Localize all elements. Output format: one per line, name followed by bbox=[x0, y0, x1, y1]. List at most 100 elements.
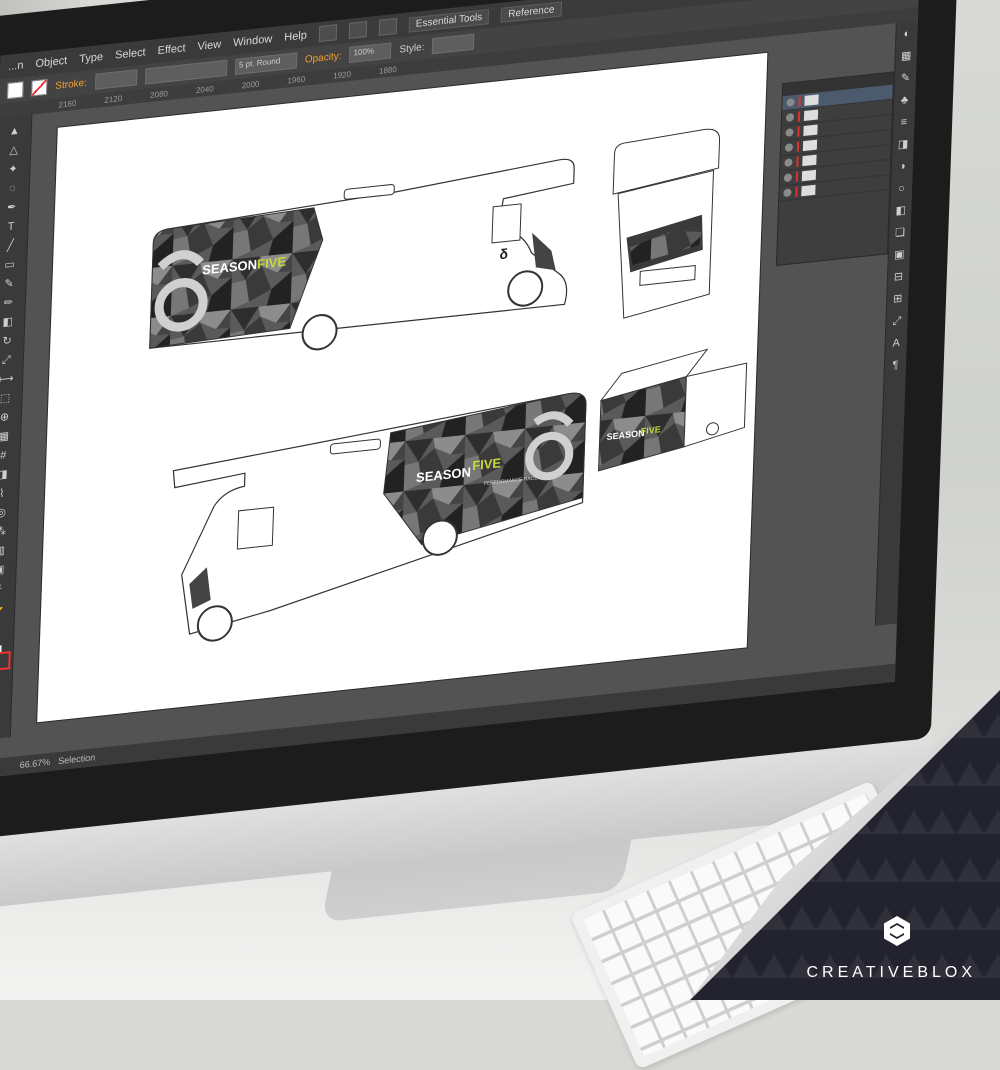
eye-icon[interactable] bbox=[783, 188, 792, 198]
five-word: FIVE bbox=[257, 254, 287, 272]
selection-icon[interactable]: ▲ bbox=[5, 123, 23, 139]
bridge-button[interactable] bbox=[318, 24, 338, 43]
type-icon[interactable]: T bbox=[2, 219, 20, 235]
eye-icon[interactable] bbox=[785, 113, 795, 122]
ruler-tick: 2080 bbox=[150, 88, 169, 100]
menu-file[interactable]: ...n bbox=[8, 59, 24, 73]
free-transform-icon[interactable]: ⬚ bbox=[0, 390, 14, 406]
shape-builder-icon[interactable]: ⊕ bbox=[0, 410, 14, 426]
width-icon[interactable]: ⟷ bbox=[0, 371, 15, 387]
paintbrush-icon[interactable]: ✎ bbox=[0, 276, 18, 292]
stroke-panel-icon[interactable]: ≡ bbox=[898, 116, 910, 129]
eye-icon[interactable] bbox=[784, 158, 793, 168]
layer-thumbnail bbox=[803, 109, 819, 121]
rv-side-view-2: SEASON FIVE PERFORMANCE RACE bbox=[172, 392, 587, 642]
appearance-panel-icon[interactable]: ○ bbox=[895, 182, 907, 195]
rotate-icon[interactable]: ↻ bbox=[0, 333, 16, 349]
color-panel-icon[interactable]: ◐ bbox=[901, 27, 913, 41]
gradient-panel-icon[interactable]: ◨ bbox=[897, 138, 909, 151]
ruler-tick: 1880 bbox=[378, 64, 397, 76]
ruler-tick: 2160 bbox=[58, 98, 77, 110]
eye-icon[interactable] bbox=[784, 143, 794, 153]
fill-stroke-chips[interactable] bbox=[0, 644, 11, 672]
scale-icon[interactable]: ⤢ bbox=[0, 352, 16, 368]
lasso-icon[interactable]: ◌ bbox=[3, 181, 21, 197]
zoom-icon[interactable]: ⌕ bbox=[0, 619, 6, 635]
layer-color-mark bbox=[796, 141, 800, 152]
fill-swatch[interactable] bbox=[7, 81, 24, 100]
character-panel-icon[interactable]: A bbox=[890, 337, 902, 350]
swatches-panel-icon[interactable]: ▦ bbox=[900, 49, 912, 63]
hand-icon[interactable]: ✋ bbox=[0, 600, 7, 616]
layer-thumbnail bbox=[802, 139, 818, 152]
search-field[interactable]: Reference bbox=[500, 0, 562, 23]
screen: ...n Object Type Select Effect View Wind… bbox=[0, 0, 921, 779]
rv-wrap-artwork: SEASON FIVE δ SEASON FIVE SEASON FIVE PE… bbox=[149, 128, 748, 642]
menu-object[interactable]: Object bbox=[35, 55, 67, 70]
menu-type[interactable]: Type bbox=[79, 51, 103, 66]
stock-button[interactable] bbox=[348, 21, 368, 39]
rv-side-view-1: SEASON FIVE δ bbox=[149, 158, 575, 351]
stroke-swatch[interactable] bbox=[31, 78, 48, 97]
menu-window[interactable]: Window bbox=[233, 33, 273, 49]
transform-panel-icon[interactable]: ⤢ bbox=[891, 315, 903, 328]
eye-icon[interactable] bbox=[786, 97, 795, 107]
pathfinder-panel-icon[interactable]: ⊞ bbox=[892, 293, 904, 306]
rear-five-word: FIVE bbox=[641, 424, 661, 436]
align-panel-icon[interactable]: ⊟ bbox=[892, 270, 904, 284]
stroke-chip[interactable] bbox=[0, 651, 11, 672]
tools-panel: ▲ △ ✦ ◌ ✒ T ╱ ▭ ✎ ✏ ◧ ↻ ⤢ ⟷ ⬚ ⊕ ▦ # ◨ ⌇ bbox=[0, 114, 33, 741]
eye-icon[interactable] bbox=[783, 173, 793, 183]
pencil-icon[interactable]: ✏ bbox=[0, 295, 18, 311]
magic-wand-icon[interactable]: ✦ bbox=[4, 162, 22, 178]
artboard-icon[interactable]: ▣ bbox=[0, 562, 8, 578]
layer-thumbnail bbox=[801, 184, 816, 197]
door-logo: δ bbox=[499, 245, 508, 262]
ruler-tick: 1960 bbox=[287, 74, 306, 85]
layer-thumbnail bbox=[804, 94, 819, 106]
brand-name: CREATIVEBLOX bbox=[806, 964, 976, 981]
mesh-icon[interactable]: # bbox=[0, 448, 12, 464]
stroke-label: Stroke: bbox=[55, 77, 88, 92]
zoom-level[interactable]: 66.67% bbox=[20, 757, 51, 770]
menu-select[interactable]: Select bbox=[115, 46, 146, 61]
artboards-panel-icon[interactable]: ▣ bbox=[893, 248, 905, 261]
paragraph-panel-icon[interactable]: ¶ bbox=[889, 359, 901, 372]
page-curl-corner: CREATIVEBLOX bbox=[690, 690, 1000, 1000]
pen-icon[interactable]: ✒ bbox=[2, 200, 20, 216]
slice-icon[interactable]: ⌿ bbox=[0, 581, 8, 597]
brush-definition[interactable]: 5 pt. Round bbox=[234, 52, 298, 76]
menu-help[interactable]: Help bbox=[284, 29, 307, 43]
transparency-panel-icon[interactable]: ◑ bbox=[896, 160, 908, 173]
eyedropper-icon[interactable]: ⌇ bbox=[0, 486, 11, 502]
stroke-weight-field[interactable] bbox=[94, 69, 138, 90]
ruler-tick: 2120 bbox=[104, 93, 123, 105]
eye-icon[interactable] bbox=[785, 128, 794, 137]
graphic-styles-panel-icon[interactable]: ◧ bbox=[895, 204, 907, 217]
rectangle-icon[interactable]: ▭ bbox=[1, 257, 19, 273]
brush-label: 5 pt. Round bbox=[238, 56, 281, 70]
blend-icon[interactable]: ◎ bbox=[0, 505, 10, 521]
layers-panel-icon[interactable]: ❏ bbox=[894, 226, 906, 239]
menu-view[interactable]: View bbox=[197, 38, 221, 53]
arrange-docs-button[interactable] bbox=[378, 17, 398, 36]
line-icon[interactable]: ╱ bbox=[1, 238, 19, 254]
rv-front-view bbox=[612, 128, 721, 319]
rv-rear-view: SEASON FIVE bbox=[598, 348, 748, 472]
gradient-icon[interactable]: ◨ bbox=[0, 467, 12, 483]
symbol-sprayer-icon[interactable]: ⁂ bbox=[0, 524, 10, 540]
layer-color-mark bbox=[796, 156, 799, 167]
layer-thumbnail bbox=[802, 154, 817, 167]
ruler-tick: 2000 bbox=[241, 78, 260, 90]
symbols-panel-icon[interactable]: ♣ bbox=[898, 94, 910, 107]
graph-icon[interactable]: ▥ bbox=[0, 543, 9, 559]
hexagon-c-icon bbox=[884, 916, 910, 946]
brushes-panel-icon[interactable]: ✎ bbox=[899, 72, 911, 85]
opacity-field[interactable]: 100% bbox=[349, 42, 392, 63]
perspective-icon[interactable]: ▦ bbox=[0, 429, 13, 445]
graphic-style-field[interactable] bbox=[432, 33, 475, 55]
menu-effect[interactable]: Effect bbox=[157, 42, 185, 57]
eraser-icon[interactable]: ◧ bbox=[0, 314, 17, 330]
layers-panel bbox=[775, 71, 895, 267]
direct-select-icon[interactable]: △ bbox=[4, 142, 22, 158]
